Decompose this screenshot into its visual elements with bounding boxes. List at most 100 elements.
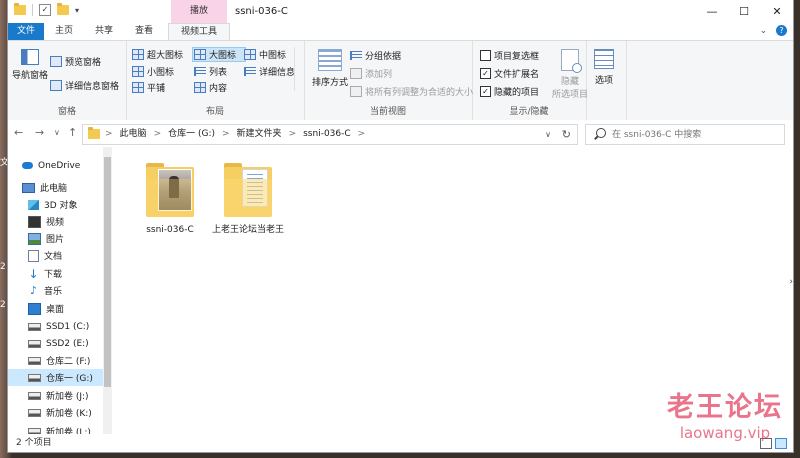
sidebar-item-documents[interactable]: 文档 [28,247,112,264]
forward-button[interactable]: → [35,126,44,139]
sidebar-item-music[interactable]: ♪ 音乐 [28,282,112,299]
sidebar-item-drive-f[interactable]: 仓库二 (F:) [28,352,112,369]
file-extensions-toggle[interactable]: ✓ 文件扩展名 [480,67,539,80]
navigation-pane-icon [21,49,39,65]
refresh-button[interactable]: ↻ [562,125,571,144]
up-button[interactable]: ↑ [68,126,77,139]
content-button[interactable]: 内容 [194,81,227,94]
video-icon [28,215,41,228]
extra-large-icons-button[interactable]: 超大图标 [132,48,183,61]
size-all-columns-button[interactable]: 将所有列调整为合适的大小 [350,85,473,98]
sidebar-item-drive-e[interactable]: SSD2 (E:) [28,335,112,352]
folder-item[interactable]: 上老王论坛当老王 [212,161,284,236]
recent-locations-button[interactable]: ∨ [54,128,60,137]
folder-icon [14,3,26,15]
back-button[interactable]: ← [14,126,23,139]
collapse-ribbon-icon[interactable]: ⌄ [760,26,768,36]
add-columns-button[interactable]: 添加列 [350,67,392,80]
ribbon-controls: ⌄ ? [760,23,787,40]
breadcrumb-this-pc[interactable]: 此电脑 [120,125,147,144]
sidebar-item-3d-objects[interactable]: 3D 对象 [28,196,112,213]
hidden-items-toggle[interactable]: ✓ 隐藏的项目 [480,85,539,98]
item-checkboxes-toggle[interactable]: 项目复选框 [480,49,539,62]
tab-share[interactable]: 共享 [86,23,122,40]
medium-icons-icon [244,49,256,60]
sidebar-item-drive-k[interactable]: 新加卷 (K:) [28,404,112,421]
breadcrumb-current[interactable]: ssni-036-C [303,125,351,144]
sidebar-item-onedrive[interactable]: OneDrive [22,157,112,174]
close-button[interactable]: ✕ [761,0,793,23]
options-button[interactable]: 选项 [594,49,614,86]
sidebar-item-downloads[interactable]: ↓ 下载 [28,265,112,282]
checkbox[interactable]: ✓ [480,86,491,97]
sidebar-item-drive-c[interactable]: SSD1 (C:) [28,318,112,335]
preview-pane-button[interactable]: 预览窗格 [50,55,101,68]
sidebar-item-label: 图片 [46,235,65,245]
layout-gallery-scroll[interactable] [294,47,304,91]
navigation-pane-label: 导航窗格 [12,71,49,81]
tab-view[interactable]: 查看 [126,23,162,40]
group-by-button[interactable]: 分组依据 [350,49,401,62]
breadcrumb-separator[interactable]: > [154,125,162,144]
breadcrumb-drive-g[interactable]: 仓库一 (G:) [168,125,215,144]
search-box[interactable] [585,124,785,145]
address-dropdown-icon[interactable]: ∨ [545,125,551,144]
details-pane-button[interactable]: 详细信息窗格 [50,79,119,92]
breadcrumb-separator[interactable]: > [358,125,366,144]
new-folder-icon[interactable] [57,3,69,15]
group-label: 显示/隐藏 [509,107,549,117]
sidebar-item-this-pc[interactable]: 此电脑 [22,179,112,196]
properties-icon[interactable]: ✓ [39,4,51,16]
ribbon-tabs: 文件 主页 共享 查看 视频工具 ⌄ ? [8,23,793,40]
search-input[interactable] [612,125,772,144]
cloud-icon [22,162,33,169]
checkbox[interactable] [480,50,491,61]
navigation-pane: OneDrive 此电脑 3D 对象 视频 图片 文档 ↓ 下载 ♪ 音乐 桌面… [8,147,112,434]
tiles-button[interactable]: 平铺 [132,81,165,94]
sidebar-item-drive-l[interactable]: 新加卷 (L:) [28,423,112,434]
sidebar-item-label: 文档 [44,252,63,262]
sidebar-item-drive-j[interactable]: 新加卷 (J:) [28,387,112,404]
checkbox[interactable]: ✓ [480,68,491,79]
desktop-fragment-text: 2 [0,300,6,310]
minimize-button[interactable]: — [696,0,728,23]
medium-icons-button[interactable]: 中图标 [244,48,286,61]
help-icon[interactable]: ? [776,25,787,36]
folder-name: ssni-036-C [146,225,194,235]
folder-icon [146,161,194,219]
folder-item[interactable]: ssni-036-C [134,161,206,236]
tab-video-tools[interactable]: 视频工具 [168,23,230,40]
large-icons-button[interactable]: 大图标 [194,48,236,61]
group-panes: 导航窗格 预览窗格 详细信息窗格 窗格 [8,41,127,120]
sort-by-button[interactable]: 排序方式 [312,49,348,88]
details-button[interactable]: 详细信息 [244,65,295,78]
watermark-url: laowang.vip [679,424,771,442]
documents-icon [28,249,39,262]
sidebar-item-pictures[interactable]: 图片 [28,230,112,247]
sidebar-item-desktop[interactable]: 桌面 [28,300,112,317]
preview-pane-icon [50,56,62,67]
address-bar[interactable]: > 此电脑 > 仓库一 (G:) > 新建文件夹 > ssni-036-C > … [82,124,578,145]
contextual-tab-play[interactable]: 播放 [171,0,227,23]
drive-icon [28,356,41,365]
small-icons-button[interactable]: 小图标 [132,65,174,78]
sidebar-item-drive-g[interactable]: 仓库一 (G:) [8,369,103,386]
maximize-button[interactable]: ☐ [728,0,760,23]
breadcrumb-separator[interactable]: > [222,125,230,144]
folder-name: 上老王论坛当老王 [212,225,285,235]
navigation-pane-scrollbar[interactable] [103,147,112,434]
tiles-label: 平铺 [147,84,166,94]
sidebar-item-label: 桌面 [46,305,65,315]
breadcrumb-new-folder[interactable]: 新建文件夹 [237,125,282,144]
tab-home[interactable]: 主页 [46,23,82,40]
sidebar-item-videos[interactable]: 视频 [28,213,112,230]
list-button[interactable]: 列表 [194,65,227,78]
tab-file[interactable]: 文件 [8,23,44,40]
hide-selected-button[interactable]: 隐藏 所选项目 [552,49,588,100]
breadcrumb-separator[interactable]: > [289,125,297,144]
customize-toolbar-icon[interactable]: ▾ [75,6,79,15]
scroll-chevron-icon[interactable]: › [789,277,793,287]
scrollbar-thumb[interactable] [104,157,111,387]
navigation-pane-button[interactable]: 导航窗格 [12,49,48,81]
sidebar-item-label: 新加卷 (L:) [46,428,91,434]
